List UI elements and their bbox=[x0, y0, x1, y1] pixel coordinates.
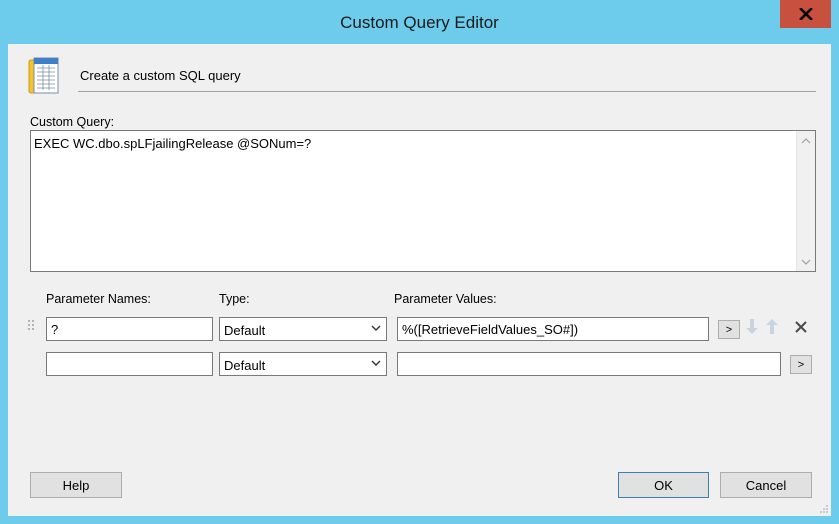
dialog-body: Create a custom SQL query Custom Query: … bbox=[8, 44, 831, 516]
custom-query-textarea[interactable]: EXEC WC.dbo.spLFjailingRelease @SONum=? bbox=[30, 130, 816, 272]
chevron-down-icon bbox=[371, 325, 381, 331]
header-description: Create a custom SQL query bbox=[80, 68, 241, 83]
parameter-name-input[interactable] bbox=[46, 352, 213, 376]
window-title: Custom Query Editor bbox=[340, 13, 499, 32]
ok-button[interactable]: OK bbox=[618, 472, 709, 498]
parameter-type-select[interactable]: Default bbox=[219, 317, 387, 341]
parameter-names-header: Parameter Names: bbox=[46, 292, 151, 306]
type-header: Type: bbox=[219, 292, 250, 306]
close-button[interactable] bbox=[780, 0, 831, 28]
close-icon bbox=[798, 8, 813, 20]
parameter-type-value: Default bbox=[224, 323, 266, 338]
drag-handle-icon[interactable] bbox=[27, 319, 35, 331]
parameter-value-input[interactable] bbox=[397, 352, 781, 376]
cancel-button[interactable]: Cancel bbox=[720, 472, 812, 498]
parameter-value-browse-button[interactable]: > bbox=[718, 320, 740, 339]
parameter-values-header: Parameter Values: bbox=[394, 292, 497, 306]
header-divider bbox=[78, 91, 816, 92]
move-down-icon[interactable] bbox=[745, 318, 759, 335]
parameter-name-input[interactable]: ? bbox=[46, 317, 213, 341]
parameter-value-input[interactable]: %([RetrieveFieldValues_SO#]) bbox=[397, 317, 709, 341]
chevron-down-icon bbox=[801, 259, 811, 265]
resize-grip-icon[interactable] bbox=[819, 504, 829, 514]
chevron-up-icon bbox=[801, 137, 811, 143]
parameter-type-value: Default bbox=[224, 358, 266, 373]
document-table-icon bbox=[28, 57, 59, 94]
parameter-value-browse-button[interactable]: > bbox=[790, 355, 812, 374]
custom-query-text: EXEC WC.dbo.spLFjailingRelease @SONum=? bbox=[34, 136, 312, 151]
scroll-up-button[interactable] bbox=[798, 132, 814, 149]
custom-query-label: Custom Query: bbox=[30, 115, 115, 129]
custom-query-editor-window: Custom Query Editor Create a custom SQL … bbox=[0, 0, 839, 524]
title-bar[interactable]: Custom Query Editor bbox=[0, 0, 839, 44]
scroll-down-button[interactable] bbox=[798, 253, 814, 270]
chevron-down-icon bbox=[371, 360, 381, 366]
move-up-icon[interactable] bbox=[765, 318, 779, 335]
query-vertical-scrollbar[interactable] bbox=[796, 131, 815, 271]
parameter-type-select[interactable]: Default bbox=[219, 352, 387, 376]
delete-parameter-icon[interactable] bbox=[794, 320, 808, 334]
help-button[interactable]: Help bbox=[30, 472, 122, 498]
